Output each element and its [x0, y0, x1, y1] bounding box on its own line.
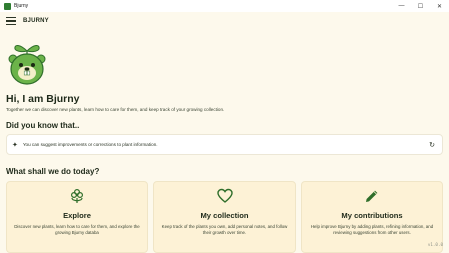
- mascot-beaver-icon: [8, 45, 46, 85]
- tagline-text: Together we can discover new plants, lea…: [6, 107, 225, 112]
- sparkle-icon: ✦: [12, 141, 18, 149]
- my-contributions-card-description: Help improve Bjurny by adding plants, re…: [310, 224, 434, 235]
- explore-card[interactable]: Explore Discover new plants, learn how t…: [6, 181, 148, 253]
- minimize-button[interactable]: —: [392, 0, 411, 12]
- greeting-heading: Hi, I am Bjurny: [6, 93, 80, 105]
- fact-heading: Did you know that..: [6, 121, 80, 130]
- fact-card: ✦ You can suggest improvements or correc…: [6, 134, 443, 155]
- app-window-icon: [4, 2, 11, 10]
- my-collection-card-title: My collection: [200, 211, 249, 220]
- app-name: BJURNY: [23, 18, 49, 24]
- refresh-icon[interactable]: ↻: [429, 141, 435, 149]
- window-controls: — ☐ ✕: [392, 0, 449, 12]
- actions-heading: What shall we do today?: [6, 167, 100, 176]
- window-title: Bjurny: [14, 3, 29, 9]
- window-titlebar: Bjurny — ☐ ✕: [0, 0, 449, 12]
- app-bar: BJURNY: [0, 12, 449, 30]
- heart-icon: [216, 188, 233, 203]
- pencil-icon: [366, 190, 378, 202]
- hamburger-menu-icon[interactable]: [6, 17, 16, 25]
- my-collection-card-description: Keep track of the plants you own, add pe…: [161, 224, 288, 235]
- explore-card-description: Discover new plants, learn how to care f…: [14, 224, 140, 235]
- maximize-button[interactable]: ☐: [411, 0, 430, 12]
- flower-icon: [70, 188, 84, 203]
- version-label: v1.0.0: [427, 242, 443, 247]
- close-button[interactable]: ✕: [430, 0, 449, 12]
- fact-text: You can suggest improvements or correcti…: [22, 142, 158, 147]
- my-contributions-card[interactable]: My contributions Help improve Bjurny by …: [301, 181, 443, 253]
- my-collection-card[interactable]: My collection Keep track of the plants y…: [153, 181, 296, 253]
- my-contributions-card-title: My contributions: [341, 211, 403, 220]
- explore-card-title: Explore: [63, 211, 91, 220]
